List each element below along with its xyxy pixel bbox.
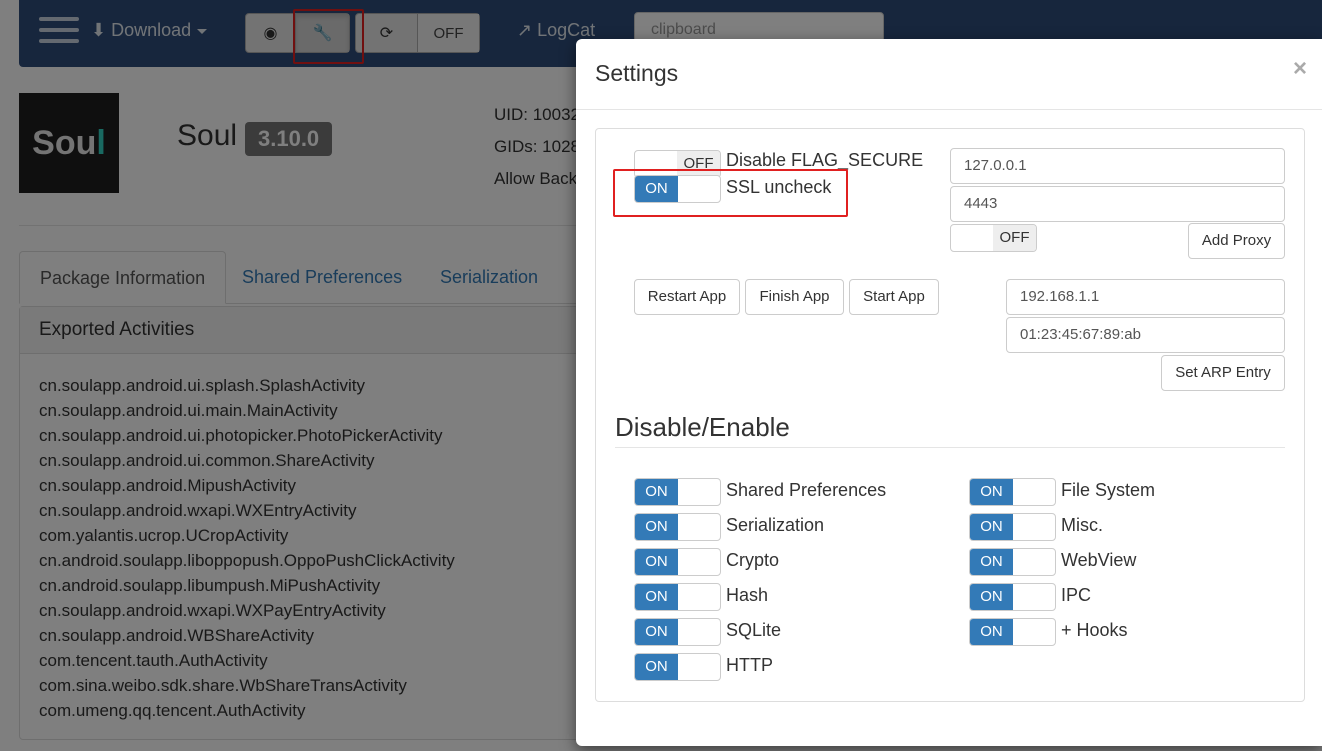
toggle-on-label: ON: [635, 654, 678, 680]
highlight-box-ssl: [613, 169, 848, 217]
toggle-shared-preferences[interactable]: ON: [634, 478, 721, 506]
toggle-sqlite[interactable]: ON: [634, 618, 721, 646]
arp-ip-input[interactable]: 192.168.1.1: [1006, 279, 1285, 315]
toggle-webview[interactable]: ON: [969, 548, 1056, 576]
proxy-host-input[interactable]: 127.0.0.1: [950, 148, 1285, 184]
toggle-on-label: ON: [970, 479, 1013, 505]
toggle-label: Serialization: [726, 515, 825, 535]
toggle-crypto[interactable]: ON: [634, 548, 721, 576]
toggle-label: Misc.: [1061, 515, 1103, 535]
toggle-on-label: ON: [635, 619, 678, 645]
toggle-label: + Hooks: [1061, 620, 1128, 640]
settings-panel: OFF Disable FLAG_SECURE ON SSL uncheck 1…: [595, 128, 1305, 702]
toggle-file-system[interactable]: ON: [969, 478, 1056, 506]
toggle-serialization[interactable]: ON: [634, 513, 721, 541]
toggle-hash[interactable]: ON: [634, 583, 721, 611]
add-proxy-button[interactable]: Add Proxy: [1188, 223, 1285, 259]
section-divider: [615, 447, 1285, 448]
toggle-hooks[interactable]: ON: [969, 618, 1056, 646]
set-arp-entry-button[interactable]: Set ARP Entry: [1161, 355, 1285, 391]
toggle-on-label: ON: [970, 514, 1013, 540]
toggle-label: SQLite: [726, 620, 782, 640]
toggle-on-label: ON: [970, 619, 1013, 645]
toggle-on-label: ON: [635, 549, 678, 575]
toggle-label: IPC: [1061, 585, 1092, 605]
proxy-port-input[interactable]: 4443: [950, 186, 1285, 222]
close-icon[interactable]: ×: [1293, 55, 1307, 83]
section-title: Disable/Enable: [615, 412, 790, 442]
modal-header: Settings ×: [576, 39, 1322, 110]
toggle-misc[interactable]: ON: [969, 513, 1056, 541]
toggle-on-label: ON: [635, 479, 678, 505]
toggle-label: File System: [1061, 480, 1156, 500]
toggle-ipc[interactable]: ON: [969, 583, 1056, 611]
toggle-on-label: ON: [970, 584, 1013, 610]
arp-mac-input[interactable]: 01:23:45:67:89:ab: [1006, 317, 1285, 353]
start-app-button[interactable]: Start App: [849, 279, 939, 315]
toggle-label: Shared Preferences: [726, 480, 887, 500]
toggle-label: WebView: [1061, 550, 1137, 570]
modal-title: Settings: [595, 60, 679, 86]
restart-app-button[interactable]: Restart App: [634, 279, 740, 315]
toggle-on-label: ON: [635, 514, 678, 540]
toggle-label: Crypto: [726, 550, 780, 570]
toggle-label: Hash: [726, 585, 769, 605]
toggle-label: HTTP: [726, 655, 773, 675]
toggle-on-label: ON: [635, 584, 678, 610]
toggle-off-label: OFF: [993, 225, 1036, 251]
toggle-on-label: ON: [970, 549, 1013, 575]
toggle-http[interactable]: ON: [634, 653, 721, 681]
finish-app-button[interactable]: Finish App: [745, 279, 844, 315]
flag-secure-label: Disable FLAG_SECURE: [726, 150, 924, 170]
proxy-toggle[interactable]: OFF: [950, 224, 1037, 252]
settings-modal: Settings × OFF Disable FLAG_SECURE ON SS…: [576, 39, 1322, 746]
